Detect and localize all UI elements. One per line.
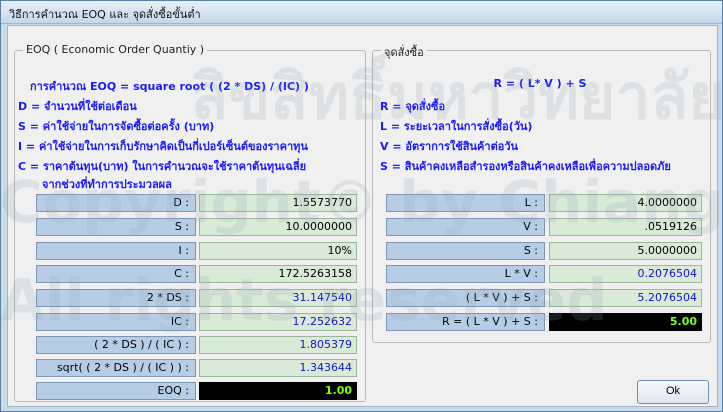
eoq-label-ratio: ( 2 * DS ) / ( IC ) : [36,336,196,354]
rop-result-value: 5.00 [549,313,702,331]
rop-label-lv: L * V : [386,265,545,283]
eoq-value-2ds: 31.147540 [199,289,357,307]
reorder-def-l: L = ระยะเวลาในการสั่งซื้อ(วัน) [380,120,533,133]
eoq-value-c: 172.5263158 [199,265,357,283]
eoq-label-sqrt: sqrt( ( 2 * DS ) / ( IC ) ) : [36,359,196,377]
eoq-value-ic: 17.252632 [199,313,357,331]
window-title: วิธีการคำนวณ EOQ และ จุดสั่งซื้อขั้นต่ำ [9,8,201,21]
eoq-label-result: EOQ : [36,382,196,400]
eoq-formula: การคำนวณ EOQ = square root ( (2 * DS) / … [30,80,309,93]
rop-label-v: V : [386,218,545,236]
rop-label-result: R = ( L * V ) + S : [386,313,545,331]
ok-button[interactable]: Ok [637,380,709,404]
eoq-result-value: 1.00 [199,382,357,400]
eoq-label-s: S : [36,218,196,236]
rop-value-v: .0519126 [549,218,702,236]
eoq-label-ic: IC : [36,313,196,331]
eoq-value-d: 1.5573770 [199,194,357,212]
eoq-def-d: D = จำนวนที่ใช้ต่อเดือน [18,100,137,113]
reorder-def-r: R = จุดสั่งซื้อ [380,100,446,113]
reorder-group-title: จุดสั่งซื้อ [381,43,427,61]
eoq-value-i: 10% [199,242,357,260]
rop-value-lvs: 5.2076504 [549,289,702,307]
reorder-def-v: V = อัตราการใช้สินค้าต่อวัน [380,140,519,153]
eoq-def-c: C = ราคาต้นทุน(บาท) ในการคำนวณจะใช้ราคาต… [18,160,307,173]
rop-label-s: S : [386,242,545,260]
eoq-def-i: I = ค่าใช้จ่ายในการเก็บรักษาคิดเป็นกี่เป… [18,140,308,153]
rop-label-lvs: ( L * V ) + S : [386,289,545,307]
rop-label-l: L : [386,194,545,212]
rop-value-l: 4.0000000 [549,194,702,212]
eoq-def-s: S = ค่าใช้จ่ายในการจัดซื้อต่อครั้ง (บาท) [18,120,215,133]
eoq-group-title: EOQ ( Economic Order Quantiy ) [23,43,208,56]
reorder-formula: R = ( L* V ) + S [493,77,587,90]
rop-value-s: 5.0000000 [549,242,702,260]
rop-value-lv: 0.2076504 [549,265,702,283]
eoq-value-ratio: 1.805379 [199,336,357,354]
eoq-def-c-cont: จากช่วงที่ทำการประมวลผล [42,178,172,191]
eoq-label-c: C : [36,265,196,283]
title-bar[interactable]: วิธีการคำนวณ EOQ และ จุดสั่งซื้อขั้นต่ำ [1,1,722,24]
eoq-label-d: D : [36,194,196,212]
eoq-value-sqrt: 1.343644 [199,359,357,377]
eoq-label-2ds: 2 * DS : [36,289,196,307]
eoq-value-s: 10.0000000 [199,218,357,236]
eoq-label-i: I : [36,242,196,260]
reorder-def-s: S = สินค้าคงเหลือสำรองหรือสินค้าคงเหลือเ… [380,160,671,173]
